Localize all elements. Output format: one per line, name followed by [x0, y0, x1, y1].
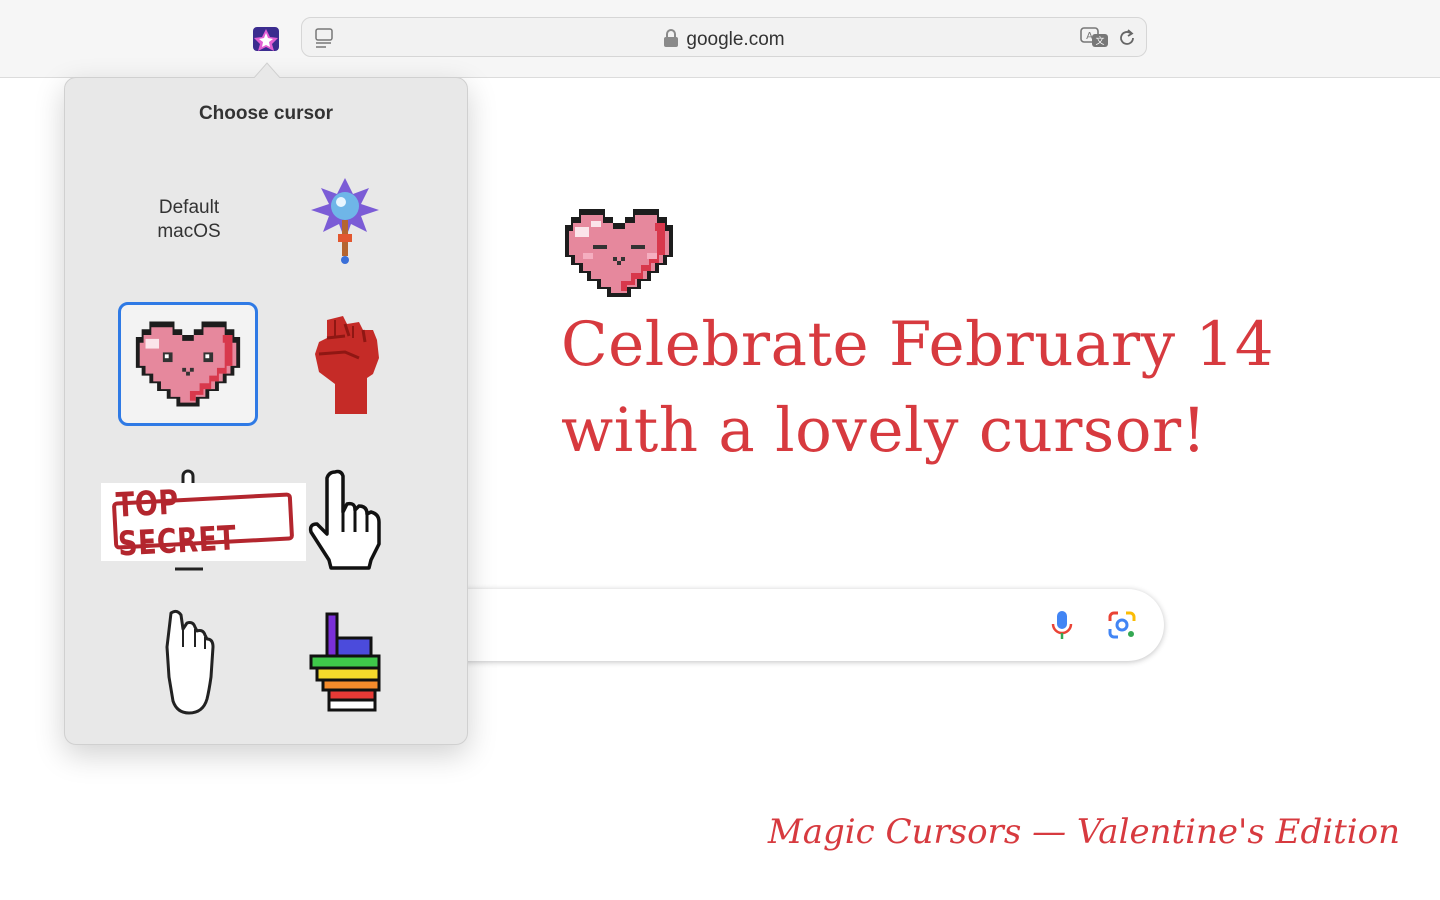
magic-cursors-extension-icon[interactable] — [251, 24, 281, 54]
url-text: google.com — [686, 29, 785, 50]
address-bar[interactable]: google.com A 文 — [301, 17, 1147, 57]
google-search-box[interactable] — [420, 589, 1164, 661]
cursor-option-raised-fist[interactable] — [275, 304, 415, 428]
raised-fist-icon — [315, 316, 379, 414]
pixel-heart-icon — [561, 205, 677, 306]
translate-icon[interactable]: A 文 — [1080, 27, 1110, 49]
google-lens-icon[interactable] — [1106, 609, 1138, 641]
foot-icon — [165, 609, 215, 715]
cursor-option-default-macos[interactable]: Default macOS — [119, 158, 259, 282]
popover-caret — [253, 62, 281, 79]
svg-text:文: 文 — [1095, 35, 1104, 47]
popover-title: Choose cursor — [198, 103, 334, 124]
cursor-option-magic-staff[interactable] — [275, 158, 415, 282]
browser-toolbar: google.com A 文 — [0, 0, 1440, 78]
stamp-text: TOP SECRET — [115, 483, 238, 565]
hero-headline: Celebrate February 14 with a lovely curs… — [561, 309, 1275, 466]
cursor-option-pixel-heart[interactable] — [118, 302, 258, 426]
lock-icon — [663, 28, 679, 48]
cursor-option-pointing-hand[interactable] — [275, 458, 415, 582]
magic-staff-icon — [311, 178, 379, 264]
cursor-option-rainbow-hand[interactable] — [275, 600, 415, 724]
cursor-chooser-popover: Choose cursor Default macOS TOP SECRET — [64, 62, 468, 745]
stamp-border: TOP SECRET — [111, 484, 295, 564]
pointing-hand-icon — [308, 469, 381, 570]
rainbow-hand-icon — [309, 612, 381, 712]
default-macos-label: Default macOS — [157, 197, 221, 242]
footer-brand-text: Magic Cursors — Valentine's Edition — [767, 812, 1400, 852]
pixel-heart-icon — [135, 321, 241, 407]
cursor-option-foot[interactable] — [119, 600, 259, 724]
url-display[interactable]: google.com — [302, 28, 1146, 51]
microphone-icon[interactable] — [1048, 608, 1076, 642]
reload-icon[interactable] — [1116, 27, 1138, 49]
